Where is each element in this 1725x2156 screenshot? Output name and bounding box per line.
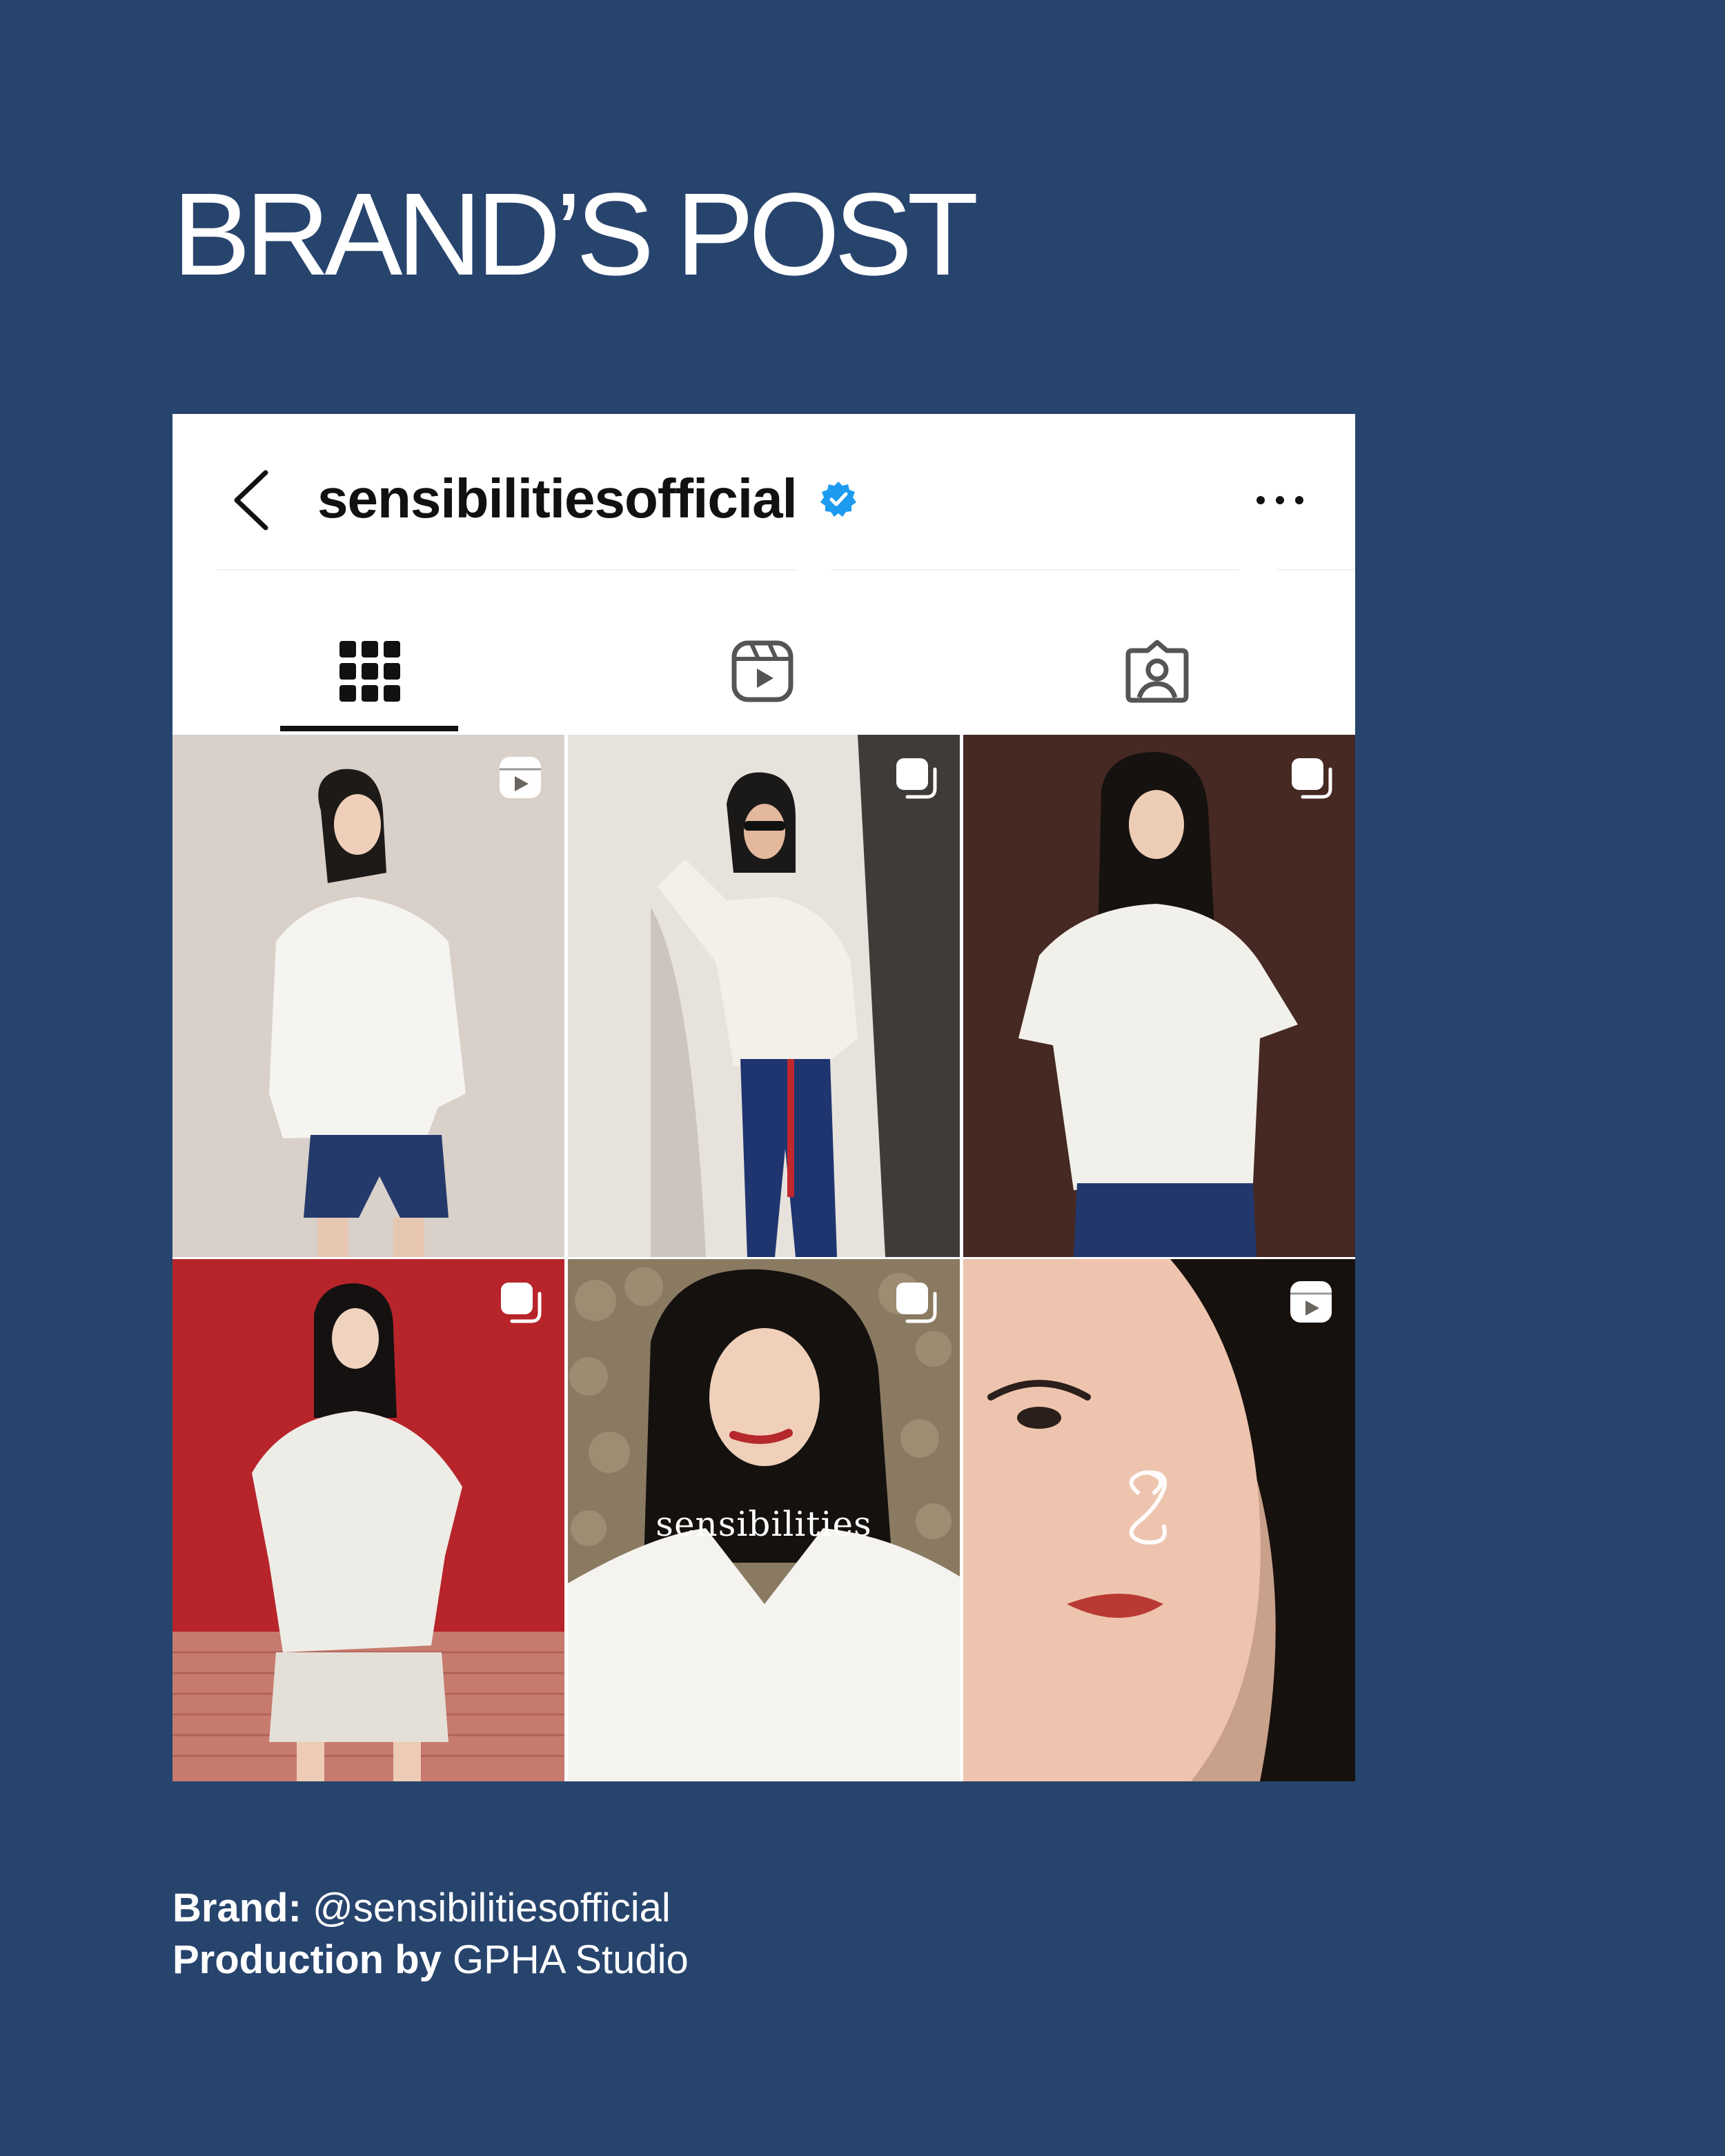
production-credit: Production by GPHA Studio xyxy=(172,1934,689,1986)
grid-icon xyxy=(339,641,400,702)
production-label: Production by xyxy=(172,1937,442,1982)
post-tile[interactable] xyxy=(568,735,960,1257)
profile-header: sensibilitiesofficial xyxy=(172,414,1355,573)
profile-username: sensibilitiesofficial xyxy=(317,468,798,529)
reels-icon xyxy=(500,757,541,798)
reels-icon xyxy=(1290,1281,1332,1323)
post-photo xyxy=(568,735,960,1257)
reels-icon xyxy=(731,640,793,702)
post-photo xyxy=(172,1259,564,1781)
post-tile[interactable]: sensibilities xyxy=(568,1259,960,1781)
tagged-icon xyxy=(1125,640,1189,703)
more-dots-icon xyxy=(1256,496,1303,504)
more-options-button[interactable] xyxy=(1249,479,1311,521)
back-button[interactable] xyxy=(224,466,279,535)
profile-tabs xyxy=(172,574,1355,733)
brand-credit: Brand: @sensibilitiesofficial xyxy=(172,1882,689,1934)
carousel-icon xyxy=(896,1283,937,1323)
carousel-icon xyxy=(896,758,937,799)
highlight-divider xyxy=(1276,569,1355,571)
carousel-icon xyxy=(501,1283,542,1323)
page-title: BRAND’S POST xyxy=(172,169,978,300)
tab-tagged[interactable] xyxy=(961,574,1355,733)
posts-grid: sensibilities xyxy=(172,735,1355,1781)
tab-reels[interactable] xyxy=(567,574,961,733)
post-tile[interactable] xyxy=(963,735,1355,1257)
highlight-divider xyxy=(217,569,797,571)
post-photo xyxy=(963,735,1355,1257)
active-tab-indicator xyxy=(280,726,458,731)
post-tile[interactable] xyxy=(172,735,564,1257)
instagram-profile-screenshot: sensibilitiesofficial sensibilities xyxy=(172,414,1355,1781)
carousel-icon xyxy=(1292,758,1332,799)
verified-badge-icon xyxy=(820,482,856,517)
brand-handle: @sensibilitiesofficial xyxy=(313,1886,671,1930)
brand-watermark: sensibilities xyxy=(656,1504,872,1544)
credits: Brand: @sensibilitiesofficial Production… xyxy=(172,1882,689,1986)
post-photo xyxy=(172,735,564,1257)
post-tile[interactable] xyxy=(172,1259,564,1781)
tab-posts[interactable] xyxy=(172,574,566,733)
post-tile[interactable] xyxy=(963,1259,1355,1781)
highlight-divider xyxy=(831,569,1239,571)
chevron-left-icon xyxy=(234,470,268,531)
brand-label: Brand: xyxy=(172,1886,302,1930)
production-studio: GPHA Studio xyxy=(453,1937,689,1982)
post-photo xyxy=(963,1259,1355,1781)
